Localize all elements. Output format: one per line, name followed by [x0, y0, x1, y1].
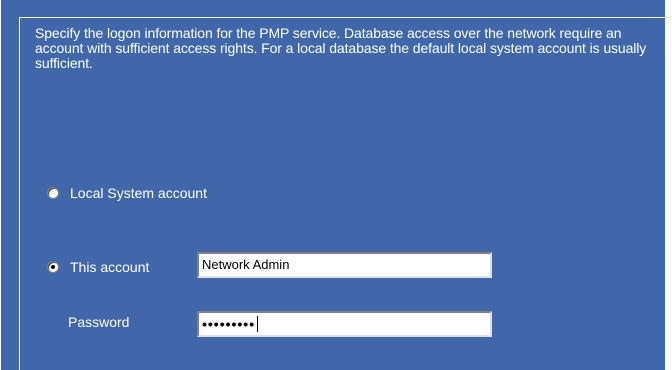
password-mask: ••••••••• — [202, 316, 256, 332]
logon-panel: Specify the logon information for the PM… — [0, 0, 669, 370]
text-caret — [257, 316, 259, 332]
this-account-radio[interactable] — [47, 261, 59, 273]
local-system-radio[interactable] — [47, 187, 59, 199]
account-name-input[interactable]: Network Admin — [197, 252, 492, 278]
this-account-option[interactable]: This account — [47, 259, 149, 275]
local-system-label[interactable]: Local System account — [70, 185, 207, 201]
local-system-option[interactable]: Local System account — [47, 185, 207, 201]
logon-description: Specify the logon information for the PM… — [35, 25, 647, 71]
password-input[interactable]: ••••••••• — [197, 311, 492, 337]
this-account-label[interactable]: This account — [70, 259, 149, 275]
password-label: Password — [68, 314, 130, 330]
group-border-top — [19, 17, 669, 18]
group-border-left — [19, 17, 20, 370]
account-name-value: Network Admin — [202, 257, 290, 272]
